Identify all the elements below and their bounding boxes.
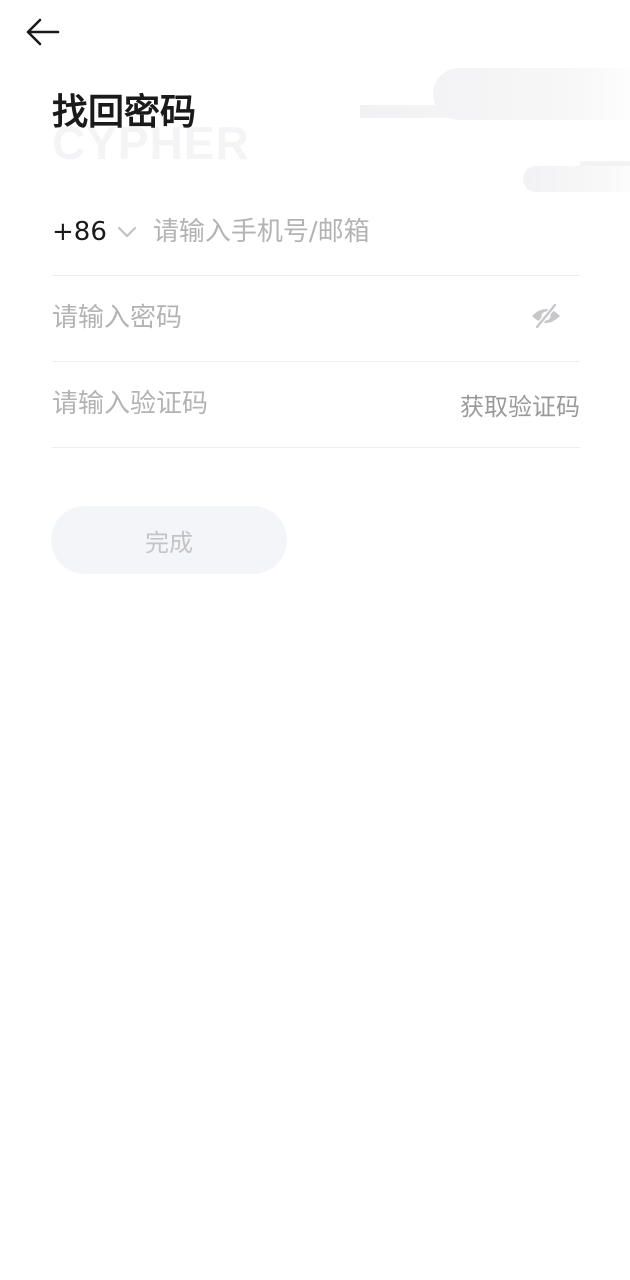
chevron-down-icon (117, 222, 137, 242)
done-button[interactable]: 完成 (51, 506, 287, 574)
country-code-value: +86 (52, 217, 107, 247)
get-code-button[interactable]: 获取验证码 (460, 387, 580, 422)
password-row (52, 275, 580, 362)
country-code-selector[interactable]: +86 (52, 217, 137, 247)
find-password-screen: CYPHER 找回密码 +86 请输入手机号/邮箱 请输入验证码 获取验证码 完… (0, 0, 630, 1280)
password-input[interactable] (52, 298, 526, 338)
password-visibility-toggle[interactable] (526, 298, 566, 338)
decorative-bar (580, 161, 630, 169)
verification-code-input[interactable] (52, 384, 460, 424)
account-row: +86 (52, 189, 580, 276)
decorative-pill (433, 68, 630, 120)
verification-code-row: 获取验证码 (52, 361, 580, 448)
arrow-left-icon (24, 17, 60, 51)
back-button[interactable] (20, 14, 64, 54)
page-title: 找回密码 (52, 92, 197, 133)
eye-off-icon (530, 301, 562, 334)
decorative-bar (360, 105, 470, 118)
account-input[interactable] (152, 212, 580, 252)
